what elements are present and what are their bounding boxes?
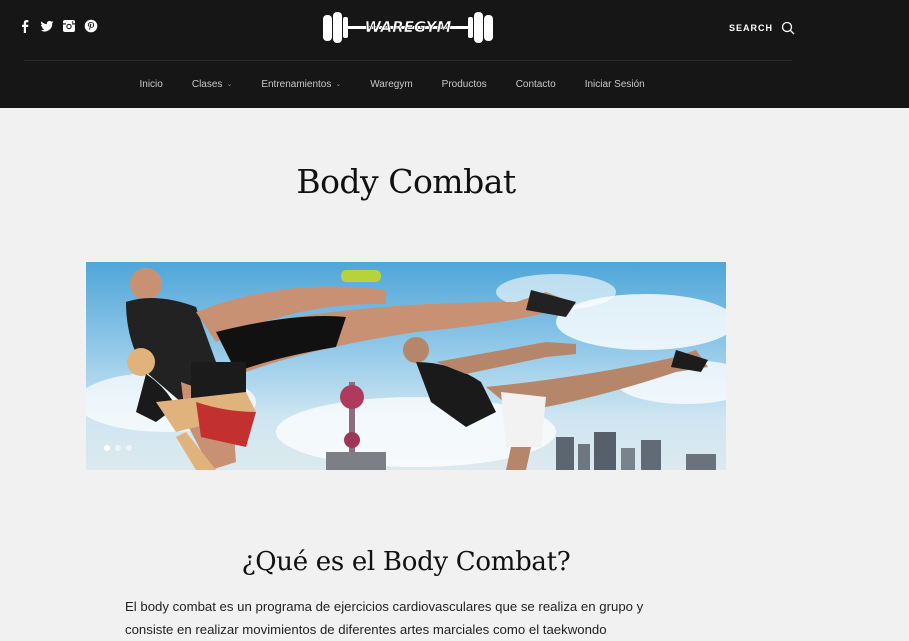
logo-text: WAREGYM — [365, 18, 452, 36]
nav-item-iniciar-sesion[interactable]: Iniciar Sesión — [570, 79, 659, 90]
nav-label: Entrenamientos — [261, 78, 332, 90]
slider-dot-3[interactable] — [126, 445, 132, 451]
nav-label: Productos — [441, 78, 487, 90]
main-nav: Inicio Clases ⌄ Entrenamientos ⌄ Waregym… — [125, 75, 659, 93]
nav-item-clases[interactable]: Clases ⌄ — [177, 79, 246, 90]
slider-dot-1[interactable] — [104, 445, 110, 451]
body-paragraph: El body combat es un programa de ejercic… — [125, 599, 644, 637]
search-icon — [781, 21, 795, 35]
slider-dot-2[interactable] — [115, 445, 121, 451]
nav-label: Contacto — [515, 78, 556, 90]
chevron-down-icon: ⌄ — [335, 81, 342, 88]
site-header: WAREGYM SEARCH Inicio Clases ⌄ Entrenami… — [0, 0, 909, 108]
nav-label: Waregym — [370, 78, 413, 90]
nav-label: Iniciar Sesión — [584, 78, 645, 90]
page-title: Body Combat — [296, 162, 516, 201]
social-links — [18, 19, 98, 33]
pinterest-icon[interactable] — [84, 19, 98, 33]
nav-item-waregym[interactable]: Waregym — [356, 79, 427, 90]
nav-item-productos[interactable]: Productos — [427, 79, 501, 90]
chevron-down-icon: ⌄ — [226, 81, 233, 88]
slider-pagination — [104, 445, 132, 451]
nav-label: Clases — [191, 78, 223, 90]
instagram-icon[interactable] — [62, 19, 76, 33]
section-title: ¿Qué es el Body Combat? — [241, 547, 571, 577]
search-button[interactable]: SEARCH — [729, 21, 795, 35]
header-divider — [24, 60, 792, 61]
search-label: SEARCH — [729, 23, 774, 33]
hero-slider[interactable] — [86, 262, 726, 470]
nav-label: Inicio — [139, 78, 163, 90]
nav-item-contacto[interactable]: Contacto — [501, 79, 570, 90]
facebook-icon[interactable] — [18, 19, 32, 33]
nav-item-entrenamientos[interactable]: Entrenamientos ⌄ — [247, 79, 356, 90]
nav-item-inicio[interactable]: Inicio — [125, 79, 177, 90]
twitter-icon[interactable] — [40, 19, 54, 33]
hero-image — [86, 268, 726, 470]
waregym-logo[interactable]: WAREGYM — [322, 11, 494, 44]
